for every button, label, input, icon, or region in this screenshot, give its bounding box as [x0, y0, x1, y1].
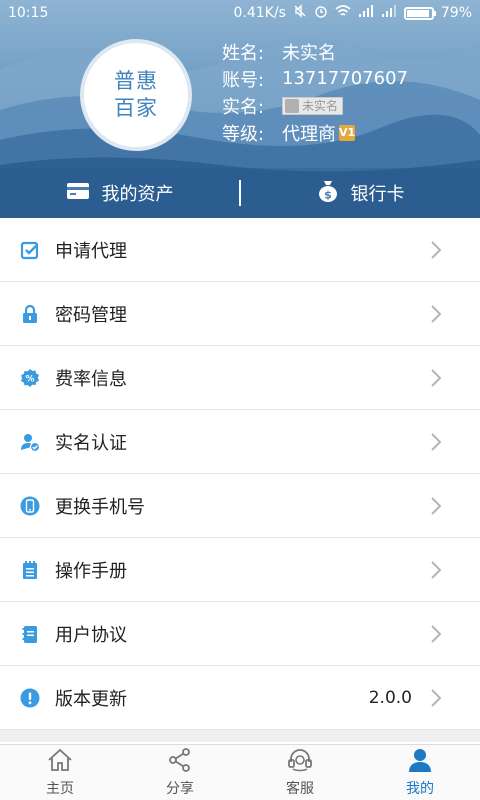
account-row: 账号: 13717707607 [222, 65, 408, 92]
level-label: 等级: [222, 123, 265, 145]
signal-icon [358, 5, 374, 21]
realname-row: 实名: 未实名 [222, 92, 408, 119]
level-badge: V1 [339, 124, 356, 141]
menu-label: 操作手册 [55, 560, 127, 582]
mute-icon [293, 4, 307, 22]
my-assets-button[interactable]: 我的资产 [0, 180, 239, 206]
wallet-card-icon [66, 182, 90, 205]
account-value: 13717707607 [282, 68, 408, 89]
realname-label: 实名: [222, 96, 265, 118]
chevron-right-icon [430, 432, 442, 456]
signal-icon-2 [381, 5, 397, 21]
menu-label: 费率信息 [55, 368, 127, 390]
tab-home[interactable]: 主页 [0, 745, 120, 800]
chevron-right-icon [430, 624, 442, 648]
bank-card-label: 银行卡 [350, 184, 405, 205]
svg-text:%: % [25, 374, 34, 384]
menu-item-version-update[interactable]: 版本更新 2.0.0 [0, 666, 480, 730]
headset-icon [287, 748, 313, 776]
svg-text:$: $ [324, 188, 332, 201]
profile-header: 10:15 0.41K/s 79% 普惠 百家 姓名: 未实名 账号: 1371… [0, 0, 480, 218]
menu-label: 用户协议 [55, 624, 127, 646]
avatar[interactable]: 普惠 百家 [80, 39, 192, 151]
tab-home-label: 主页 [46, 780, 74, 797]
realname-badge: 未实名 [282, 96, 344, 115]
menu-item-change-phone[interactable]: 更换手机号 [0, 474, 480, 538]
tab-mine-label: 我的 [406, 780, 434, 797]
menu-label: 密码管理 [55, 304, 127, 326]
account-label: 账号: [222, 69, 265, 91]
percent-badge-icon: % [20, 368, 40, 388]
menu-item-manual[interactable]: 操作手册 [0, 538, 480, 602]
tab-customer-service[interactable]: 客服 [240, 745, 360, 800]
bottom-tab-bar: 主页 分享 客服 我的 [0, 744, 480, 800]
check-square-icon [20, 240, 40, 260]
chevron-right-icon [430, 304, 442, 328]
status-time: 10:15 [8, 5, 49, 21]
level-row: 等级: 代理商 V1 [222, 119, 408, 146]
tab-share[interactable]: 分享 [120, 745, 240, 800]
level-value: 代理商 [282, 123, 336, 145]
menu-label: 申请代理 [55, 240, 127, 262]
profile-info: 姓名: 未实名 账号: 13717707607 实名: 未实名 等级: 代理商 … [222, 38, 408, 146]
menu-label: 版本更新 [55, 688, 127, 710]
menu-item-password[interactable]: 密码管理 [0, 282, 480, 346]
menu-item-rate-info[interactable]: % 费率信息 [0, 346, 480, 410]
realname-badge-text: 未实名 [302, 99, 339, 113]
user-verified-icon [20, 432, 40, 452]
avatar-line-1: 普惠 [114, 69, 158, 93]
settings-menu: 申请代理 密码管理 % 费率信息 实名认证 更换手机号 操作手册 用户协议 版本… [0, 218, 480, 742]
home-icon [47, 748, 73, 776]
menu-label: 实名认证 [55, 432, 127, 454]
menu-gap [0, 730, 480, 742]
asset-bar: 我的资产 $ 银行卡 [0, 168, 480, 218]
menu-item-user-agreement[interactable]: 用户协议 [0, 602, 480, 666]
notepad-icon [20, 560, 40, 580]
avatar-line-2: 百家 [114, 96, 158, 120]
chevron-right-icon [430, 496, 442, 520]
person-icon [408, 748, 432, 776]
chevron-right-icon [430, 560, 442, 584]
version-value: 2.0.0 [368, 687, 412, 708]
my-assets-label: 我的资产 [101, 184, 174, 205]
document-icon [20, 624, 40, 644]
menu-item-apply-agent[interactable]: 申请代理 [0, 218, 480, 282]
chevron-right-icon [430, 688, 442, 712]
lock-icon [20, 304, 40, 324]
chevron-right-icon [430, 368, 442, 392]
wifi-icon [335, 4, 351, 22]
user-placeholder-icon [285, 98, 299, 113]
tab-mine[interactable]: 我的 [360, 745, 480, 800]
phone-icon [20, 496, 40, 516]
menu-item-real-name[interactable]: 实名认证 [0, 410, 480, 474]
name-label: 姓名: [222, 42, 265, 64]
bank-card-button[interactable]: $ 银行卡 [241, 179, 480, 208]
battery-level: 79% [440, 5, 472, 21]
chevron-right-icon [430, 240, 442, 264]
name-row: 姓名: 未实名 [222, 38, 408, 65]
status-bar: 10:15 0.41K/s 79% [0, 0, 480, 26]
network-speed: 0.41K/s [233, 5, 286, 21]
menu-label: 更换手机号 [55, 496, 145, 518]
tab-share-label: 分享 [166, 780, 194, 797]
battery-icon [403, 6, 436, 20]
tab-customer-service-label: 客服 [286, 780, 314, 797]
money-bag-icon: $ [317, 179, 339, 208]
name-value: 未实名 [282, 42, 336, 64]
exclamation-icon [20, 688, 40, 708]
share-icon [168, 747, 192, 776]
alarm-icon [314, 4, 328, 22]
